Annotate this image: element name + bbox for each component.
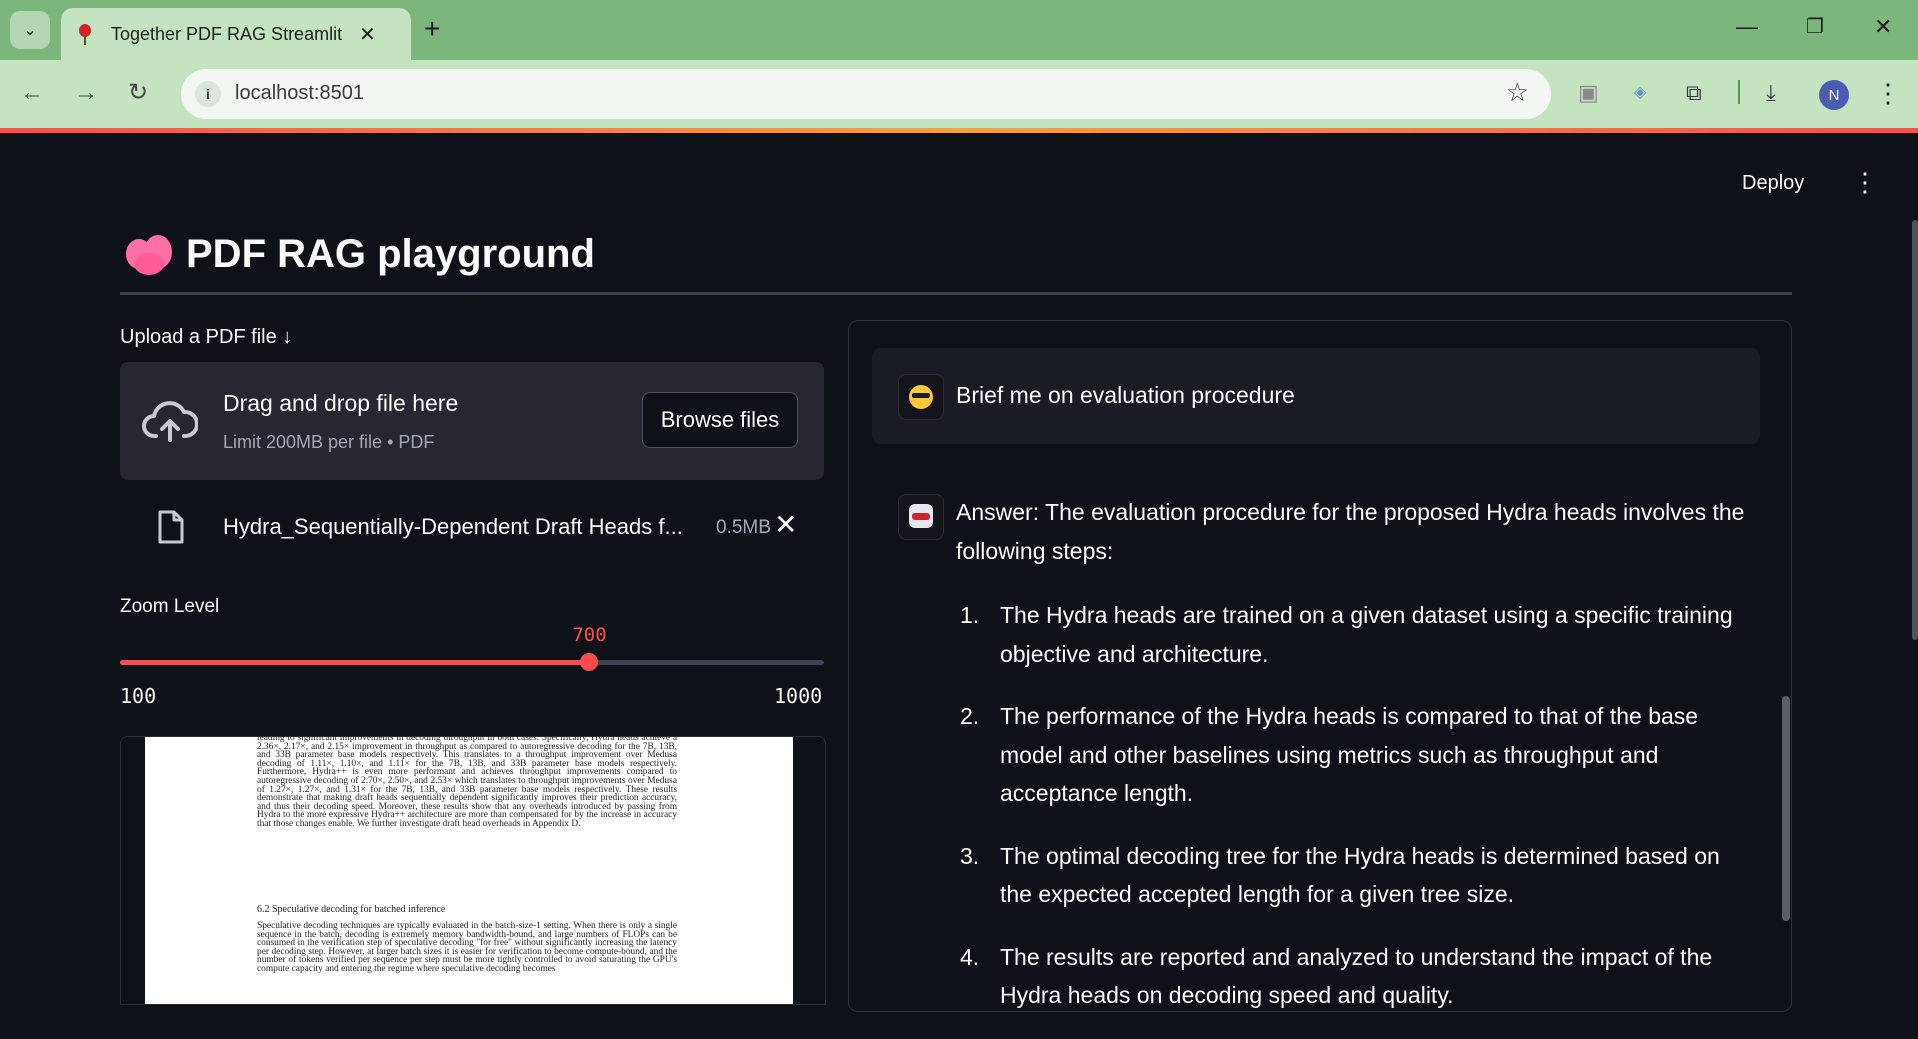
browser-toolbar: ← → ↻ i localhost:8501 ☆ ▣ ◈ ⧉ ⤓ N ⋮ bbox=[0, 60, 1918, 128]
minimize-icon[interactable]: — bbox=[1736, 12, 1758, 42]
pdf-section-heading: 6.2 Speculative decoding for batched inf… bbox=[257, 904, 446, 915]
reload-icon[interactable]: ↻ bbox=[128, 78, 148, 108]
dropzone-title: Drag and drop file here bbox=[223, 390, 459, 416]
tab-search-icon[interactable]: ⌄ bbox=[10, 11, 50, 49]
chrome-menu-icon[interactable]: ⋮ bbox=[1875, 76, 1901, 110]
restore-icon[interactable]: ❐ bbox=[1806, 12, 1824, 42]
toolbar-separator bbox=[1738, 80, 1740, 104]
zoom-slider[interactable] bbox=[120, 653, 824, 671]
pdf-paragraph: leading to significant improvements in d… bbox=[257, 737, 677, 829]
bookmark-star-icon[interactable]: ☆ bbox=[1506, 77, 1529, 108]
browser-tab[interactable]: Together PDF RAG Streamlit UI ✕ bbox=[61, 8, 411, 60]
close-window-icon[interactable]: ✕ bbox=[1874, 12, 1892, 42]
brain-icon bbox=[124, 233, 174, 277]
zoom-slider-fill bbox=[120, 660, 590, 665]
browser-tab-bar: ⌄ Together PDF RAG Streamlit UI ✕ + — ❐ … bbox=[0, 0, 1918, 60]
file-dropzone[interactable]: Drag and drop file here Limit 200MB per … bbox=[120, 362, 824, 480]
forward-icon[interactable]: → bbox=[74, 78, 98, 108]
cloud-upload-icon bbox=[142, 401, 198, 442]
favicon-balloon-icon bbox=[77, 24, 93, 45]
file-name: Hydra_Sequentially-Dependent Draft Heads… bbox=[223, 514, 683, 539]
answer-step: 3. The optimal decoding tree for the Hyd… bbox=[960, 842, 1720, 908]
chat-scrollbar[interactable] bbox=[1782, 696, 1790, 921]
zoom-slider-value: 700 bbox=[572, 624, 607, 646]
pdf-page: leading to significant improvements in d… bbox=[145, 737, 793, 1004]
page-scrollbar[interactable] bbox=[1912, 220, 1918, 640]
new-tab-icon[interactable]: + bbox=[424, 14, 440, 44]
assistant-avatar-icon bbox=[898, 494, 944, 540]
download-icon[interactable]: ⤓ bbox=[1766, 76, 1776, 110]
file-size: 0.5MB bbox=[716, 517, 771, 538]
page-title: PDF RAG playground bbox=[186, 232, 595, 276]
remove-file-icon[interactable]: ✕ bbox=[774, 510, 797, 540]
site-info-icon[interactable]: i bbox=[195, 81, 221, 107]
user-message-text: Brief me on evaluation procedure bbox=[956, 382, 1295, 408]
zoom-label: Zoom Level bbox=[120, 596, 220, 617]
zoom-slider-min: 100 bbox=[120, 684, 157, 708]
browse-files-button[interactable]: Browse files bbox=[642, 392, 798, 448]
answer-step: 1. The Hydra heads are trained on a give… bbox=[960, 602, 1733, 667]
dropzone-limit: Limit 200MB per file • PDF bbox=[223, 432, 435, 452]
profile-avatar[interactable]: N bbox=[1819, 80, 1849, 110]
extension-2-icon[interactable]: ◈ bbox=[1634, 76, 1646, 110]
assistant-answer-intro: Answer: The evaluation procedure for the… bbox=[956, 499, 1745, 564]
url-text[interactable]: localhost:8501 bbox=[235, 82, 364, 105]
zoom-slider-thumb[interactable] bbox=[580, 653, 599, 671]
streamlit-decoration-bar bbox=[0, 128, 1918, 133]
assistant-answer-steps: 1. The Hydra heads are trained on a give… bbox=[956, 596, 1756, 1039]
tab-close-icon[interactable]: ✕ bbox=[359, 22, 376, 47]
answer-step: 2. The performance of the Hydra heads is… bbox=[960, 703, 1699, 806]
user-avatar-icon bbox=[898, 374, 944, 420]
extensions-puzzle-icon[interactable]: ⧉ bbox=[1686, 76, 1702, 110]
pdf-viewer[interactable]: leading to significant improvements in d… bbox=[120, 736, 826, 1005]
uploaded-file: Hydra_Sequentially-Dependent Draft Heads… bbox=[120, 500, 824, 556]
extension-1-icon[interactable]: ▣ bbox=[1578, 76, 1599, 110]
file-icon bbox=[158, 510, 184, 544]
address-bar[interactable]: i localhost:8501 ☆ bbox=[181, 69, 1551, 119]
back-icon[interactable]: ← bbox=[20, 78, 44, 108]
upload-label: Upload a PDF file ↓ bbox=[120, 326, 293, 348]
main-menu-icon[interactable]: ⋮ bbox=[1852, 168, 1878, 196]
zoom-slider-max: 1000 bbox=[774, 684, 823, 708]
tab-title: Together PDF RAG Streamlit UI bbox=[111, 23, 347, 44]
pdf-paragraph: Speculative decoding techniques are typi… bbox=[257, 921, 677, 974]
title-divider bbox=[120, 292, 1792, 295]
deploy-button[interactable]: Deploy bbox=[1742, 172, 1804, 195]
